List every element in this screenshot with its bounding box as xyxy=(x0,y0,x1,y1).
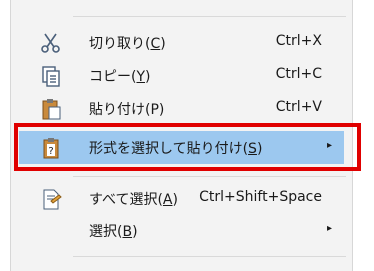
menu-item-label: 貼り付け(P) xyxy=(89,102,165,118)
menu-separator xyxy=(73,176,346,177)
menu-item-label: 形式を選択して貼り付け(S) xyxy=(89,141,263,157)
submenu-arrow-icon: ▸ xyxy=(326,223,332,234)
menu-item-paste[interactable]: 貼り付け(P) Ctrl+V xyxy=(19,92,344,125)
menu-item-shortcut: Ctrl+Shift+Space xyxy=(199,189,322,205)
menu-item-label: すべて選択(A) xyxy=(89,192,178,208)
menu-item-select-all[interactable]: すべて選択(A) Ctrl+Shift+Space xyxy=(19,182,344,215)
copy-icon xyxy=(39,64,63,88)
menu-item-label: コピー(Y) xyxy=(89,69,151,85)
cut-icon xyxy=(39,31,63,55)
menu-separator xyxy=(73,16,346,17)
menu-item-shortcut: Ctrl+C xyxy=(275,66,322,82)
menu-item-copy[interactable]: コピー(Y) Ctrl+C xyxy=(19,59,344,92)
menu-item-shortcut: Ctrl+V xyxy=(275,99,322,115)
menu-separator xyxy=(73,256,346,257)
paste-special-icon: ? xyxy=(39,136,63,160)
menu-item-cut[interactable]: 切り取り(C) Ctrl+X xyxy=(19,26,344,59)
menu-item-label: 選択(B) xyxy=(89,224,138,240)
paste-icon xyxy=(39,97,63,121)
context-menu: 切り取り(C) Ctrl+X コピー(Y) Ctrl+C 貼り付け(P) Ctr… xyxy=(10,0,353,271)
menu-item-label: 切り取り(C) xyxy=(89,36,166,52)
submenu-arrow-icon: ▸ xyxy=(326,140,332,151)
select-all-icon xyxy=(39,187,63,211)
menu-item-shortcut: Ctrl+X xyxy=(275,33,322,49)
svg-text:?: ? xyxy=(48,146,53,157)
menu-item-paste-special[interactable]: ? 形式を選択して貼り付け(S) ▸ xyxy=(19,131,344,164)
menu-item-select[interactable]: 選択(B) ▸ xyxy=(19,214,344,247)
